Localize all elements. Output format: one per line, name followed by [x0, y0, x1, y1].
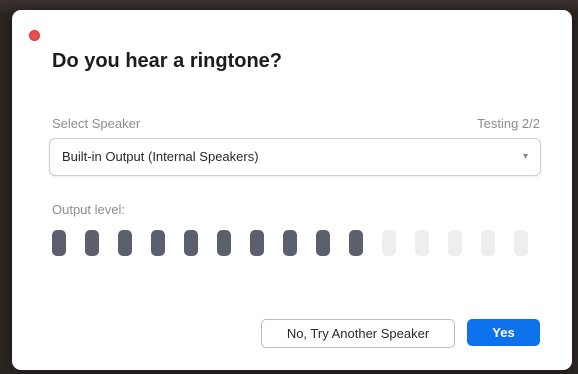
dialog-title: Do you hear a ringtone?: [52, 50, 283, 72]
output-level-segment: [184, 230, 198, 256]
testing-progress-label: Testing 2/2: [477, 116, 540, 131]
output-level-segment: [52, 230, 66, 256]
output-level-segment: [217, 230, 231, 256]
output-level-segment: [250, 230, 264, 256]
output-level-segment: [514, 230, 528, 256]
output-level-segment: [283, 230, 297, 256]
output-level-segment: [448, 230, 462, 256]
output-level-label: Output level:: [52, 202, 125, 217]
chevron-down-icon: ▾: [522, 151, 528, 162]
speaker-dropdown[interactable]: Built-in Output (Internal Speakers) ▾: [49, 138, 541, 176]
output-level-segment: [382, 230, 396, 256]
select-speaker-label: Select Speaker: [52, 116, 141, 131]
yes-button[interactable]: Yes: [467, 319, 540, 346]
output-level-segment: [118, 230, 132, 256]
output-level-segment: [316, 230, 330, 256]
output-level-segment: [349, 230, 363, 256]
close-icon[interactable]: [29, 30, 40, 41]
output-level-segment: [85, 230, 99, 256]
speaker-dropdown-value: Built-in Output (Internal Speakers): [62, 149, 259, 164]
try-another-speaker-button[interactable]: No, Try Another Speaker: [261, 319, 455, 348]
output-level-segment: [151, 230, 165, 256]
output-level-segment: [481, 230, 495, 256]
output-level-segment: [415, 230, 429, 256]
output-level-meter: [52, 230, 532, 256]
speaker-test-dialog: Do you hear a ringtone? Select Speaker T…: [12, 10, 572, 370]
